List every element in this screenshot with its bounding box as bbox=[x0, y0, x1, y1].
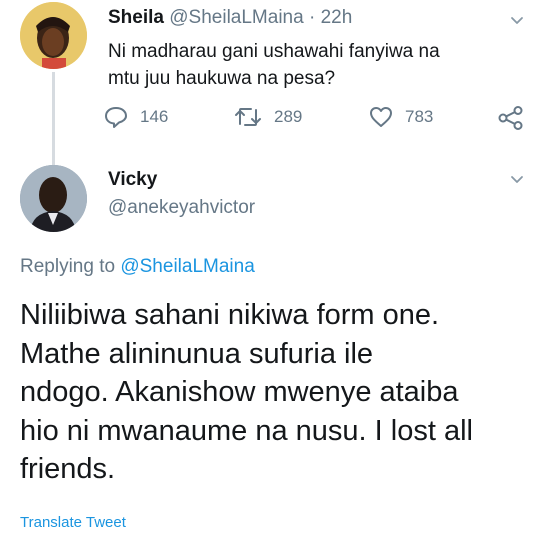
tweet-text: Ni madharau gani ushawahi fanyiwa na mtu… bbox=[108, 38, 488, 92]
tweet-time[interactable]: 22h bbox=[321, 7, 353, 28]
author-handle[interactable]: @SheilaLMaina bbox=[169, 7, 303, 28]
tweet-actions: 146 289 783 bbox=[104, 106, 534, 136]
reply-text-line: friends. bbox=[20, 453, 116, 485]
avatar-sheila[interactable] bbox=[20, 2, 87, 69]
replying-to: Replying to @SheilaLMaina bbox=[20, 256, 255, 278]
reply-text-line: hio ni mwanaume na nusu. I lost all bbox=[20, 414, 473, 447]
like-action[interactable]: 783 bbox=[369, 106, 433, 128]
chevron-down-icon[interactable] bbox=[510, 14, 524, 28]
reply-count: 146 bbox=[140, 107, 169, 126]
reply-text: Niliibiwa sahani nikiwa form one. Mathe … bbox=[20, 296, 540, 489]
replying-to-mention[interactable]: @SheilaLMaina bbox=[120, 256, 254, 277]
share-action[interactable] bbox=[498, 106, 524, 130]
reply-action[interactable]: 146 bbox=[104, 106, 168, 128]
like-count: 783 bbox=[405, 107, 434, 126]
reply-text-line: Mathe alininunua sufuria ile bbox=[20, 337, 374, 370]
reply-icon bbox=[105, 107, 127, 128]
retweet-action[interactable]: 289 bbox=[234, 106, 302, 128]
chevron-down-icon[interactable] bbox=[510, 173, 524, 187]
tweet-text-line: Ni madharau gani ushawahi fanyiwa na bbox=[108, 41, 440, 62]
reply-text-line: Niliibiwa sahani nikiwa form one. bbox=[20, 299, 440, 331]
thread-line bbox=[52, 72, 55, 168]
share-icon bbox=[498, 106, 523, 130]
avatar-vicky-image bbox=[20, 165, 87, 232]
author-name[interactable]: Sheila bbox=[108, 7, 164, 28]
replying-to-label: Replying to bbox=[20, 256, 121, 277]
heart-icon bbox=[370, 107, 392, 127]
header-separator: · bbox=[303, 7, 321, 28]
avatar-sheila-image bbox=[20, 2, 87, 69]
tweet-header: Sheila @SheilaLMaina · 22h bbox=[108, 7, 352, 29]
avatar-vicky[interactable] bbox=[20, 165, 87, 232]
tweet-text-line: mtu juu haukuwa na pesa? bbox=[108, 68, 336, 89]
retweet-icon bbox=[235, 108, 261, 126]
retweet-count: 289 bbox=[274, 107, 303, 126]
translate-tweet-link[interactable]: Translate Tweet bbox=[20, 514, 126, 531]
reply-text-line: ndogo. Akanishow mwenye ataiba bbox=[20, 376, 459, 408]
author-name[interactable]: Vicky bbox=[108, 169, 157, 191]
author-handle[interactable]: @anekeyahvictor bbox=[108, 197, 255, 219]
